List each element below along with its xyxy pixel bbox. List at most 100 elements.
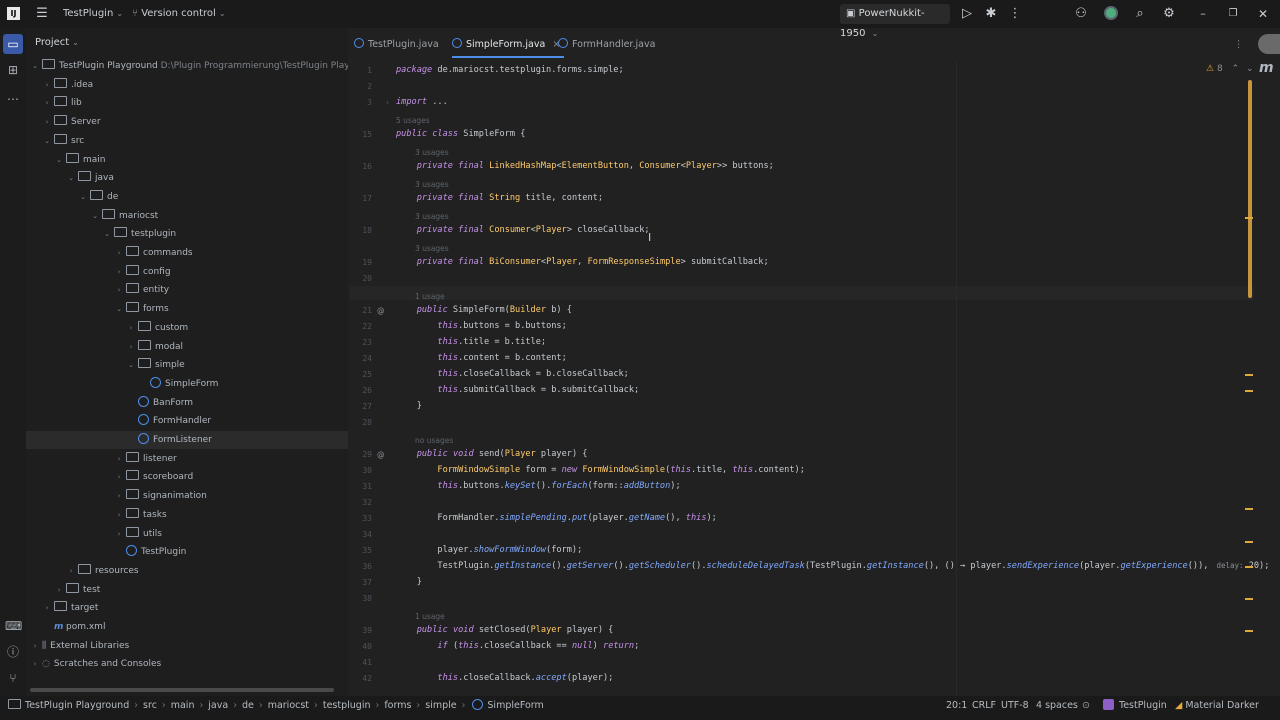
breadcrumb-item[interactable]: forms — [384, 700, 411, 711]
tree-item[interactable]: › target — [26, 599, 348, 617]
code-line[interactable]: this.title = b.title; — [396, 337, 546, 347]
project-panel-header[interactable]: Project ⌄ — [35, 37, 79, 48]
editor-notifications-toggle[interactable] — [1258, 34, 1280, 54]
tree-item[interactable]: ⌄ TestPlugin Playground D:\Plugin Program… — [26, 57, 348, 75]
usage-hint[interactable]: 3 usages — [415, 148, 449, 157]
code-line[interactable]: private final LinkedHashMap<ElementButto… — [396, 161, 774, 171]
error-stripe-marker[interactable] — [1245, 374, 1253, 376]
tree-item[interactable]: ⌄ forms — [26, 300, 348, 318]
breadcrumb-item[interactable]: TestPlugin Playground — [25, 700, 129, 711]
code-line[interactable]: package de.mariocst.testplugin.forms.sim… — [396, 65, 624, 75]
code-line[interactable]: private final Consumer<Player> closeCall… — [396, 225, 650, 235]
tree-item[interactable]: FormListener — [26, 431, 348, 449]
chevron-right-icon[interactable]: › — [42, 76, 52, 94]
chevron-down-icon[interactable]: ⌄ — [30, 57, 40, 75]
code-line[interactable]: private final String title, content; — [396, 193, 603, 203]
vcs-menu[interactable]: ⑂ Version control ⌄ — [132, 0, 226, 28]
error-stripe-marker[interactable] — [1245, 598, 1253, 600]
tree-item[interactable]: › resources — [26, 562, 348, 580]
breadcrumb-item[interactable]: src — [143, 700, 157, 711]
chevron-right-icon[interactable]: › — [30, 655, 40, 673]
error-stripe-marker[interactable] — [1245, 630, 1253, 632]
main-menu-icon[interactable]: ☰ — [34, 6, 50, 22]
tree-item[interactable]: › commands — [26, 244, 348, 262]
tree-item[interactable]: › tasks — [26, 506, 348, 524]
tree-item[interactable]: ⌄ src — [26, 132, 348, 150]
tree-item[interactable]: › test — [26, 581, 348, 599]
tree-item[interactable]: › scoreboard — [26, 468, 348, 486]
implements-gutter-icon[interactable]: @ — [377, 450, 385, 459]
code-line[interactable]: public void setClosed(Player player) { — [396, 625, 614, 635]
tree-item[interactable]: › ⫼ External Libraries — [26, 637, 348, 655]
chevron-right-icon[interactable]: › — [114, 263, 124, 281]
tree-item[interactable]: ⌄ testplugin — [26, 225, 348, 243]
theme-indicator[interactable]: ◢ Material Darker — [1175, 696, 1259, 720]
run-config-selector[interactable]: ▣ PowerNukkit-1950 ⌄ — [840, 4, 950, 39]
code-line[interactable]: public SimpleForm(Builder b) { — [396, 305, 572, 315]
tree-item[interactable]: › listener — [26, 450, 348, 468]
chevron-right-icon[interactable]: › — [114, 487, 124, 505]
chevron-down-icon[interactable]: ⌄ — [126, 356, 136, 374]
chevron-down-icon[interactable]: ⌄ — [102, 225, 112, 243]
tree-item[interactable]: › signanimation — [26, 487, 348, 505]
code-line[interactable]: } — [396, 577, 422, 587]
code-line[interactable]: this.closeCallback = b.closeCallback; — [396, 369, 628, 379]
chevron-right-icon[interactable]: › — [54, 581, 64, 599]
tree-item[interactable]: FormHandler — [26, 412, 348, 430]
code-line[interactable]: this.buttons.keySet().forEach(form::addB… — [396, 481, 680, 491]
more-tools-icon[interactable]: … — [5, 88, 21, 104]
chevron-up-icon[interactable]: ⌃ — [1232, 64, 1240, 74]
code-line[interactable]: import ... — [396, 97, 448, 107]
chevron-down-icon[interactable]: ⌄ — [66, 169, 76, 187]
usage-hint[interactable]: 1 usage — [415, 292, 445, 301]
usage-hint[interactable]: 3 usages — [415, 212, 449, 221]
chevron-down-icon[interactable]: ⌄ — [114, 300, 124, 318]
error-stripe-marker[interactable] — [1245, 566, 1253, 568]
indent-setting[interactable]: 4 spaces — [1036, 696, 1078, 720]
terminal-tool-icon[interactable]: ⌨ — [5, 618, 22, 634]
settings-gear-icon[interactable]: ⚙ — [1161, 6, 1177, 22]
chevron-right-icon[interactable]: › — [126, 319, 136, 337]
tree-item[interactable]: SimpleForm — [26, 375, 348, 393]
usage-hint[interactable]: 3 usages — [415, 180, 449, 189]
tab-formhandler[interactable]: FormHandler.java — [558, 34, 655, 56]
usage-hint[interactable]: 1 usage — [415, 612, 445, 621]
tree-item[interactable]: BanForm — [26, 394, 348, 412]
chevron-right-icon[interactable]: › — [66, 562, 76, 580]
tab-simpleform[interactable]: SimpleForm.java × — [452, 34, 565, 58]
error-stripe-marker[interactable] — [1245, 508, 1253, 510]
error-stripe-marker[interactable] — [1245, 217, 1253, 219]
code-line[interactable]: TestPlugin.getInstance().getServer().get… — [396, 561, 1269, 571]
minimize-icon[interactable]: – — [1195, 6, 1211, 22]
code-line[interactable]: this.closeCallback.accept(player); — [396, 673, 613, 683]
code-line[interactable]: this.buttons = b.buttons; — [396, 321, 566, 331]
close-window-icon[interactable]: ✕ — [1255, 6, 1271, 22]
plugin-indicator[interactable]: TestPlugin — [1103, 696, 1167, 720]
chevron-right-icon[interactable]: › — [42, 94, 52, 112]
tree-item[interactable]: › utils — [26, 525, 348, 543]
chevron-right-icon[interactable]: › — [114, 244, 124, 262]
tree-item[interactable]: › lib — [26, 94, 348, 112]
structure-tool-icon[interactable]: ⊞ — [5, 62, 21, 78]
tree-item[interactable]: › .idea — [26, 76, 348, 94]
editor-scrollbar[interactable] — [1248, 80, 1252, 298]
code-line[interactable]: if (this.closeCallback == null) return; — [396, 641, 639, 651]
code-line[interactable]: public class SimpleForm { — [396, 129, 525, 139]
chevron-right-icon[interactable]: › — [30, 637, 40, 655]
warnings-indicator[interactable]: ⚠ 8 ⌃ ⌄ — [1206, 64, 1254, 74]
tree-item[interactable]: ⌄ java — [26, 169, 348, 187]
line-separator[interactable]: CRLF — [972, 696, 996, 720]
chevron-down-icon[interactable]: ⌄ — [78, 188, 88, 206]
breadcrumb-item[interactable]: main — [171, 700, 195, 711]
tree-item[interactable]: › custom — [26, 319, 348, 337]
tree-item[interactable]: › entity — [26, 281, 348, 299]
implements-gutter-icon[interactable]: @ — [377, 306, 385, 315]
ai-assistant-icon[interactable] — [1103, 6, 1119, 22]
more-actions-icon[interactable]: ⋮ — [1007, 6, 1023, 22]
chevron-right-icon[interactable]: › — [114, 281, 124, 299]
file-encoding[interactable]: UTF-8 — [1001, 696, 1029, 720]
breadcrumb-item[interactable]: java — [208, 700, 228, 711]
debug-icon[interactable]: ✱ — [983, 6, 999, 22]
tree-item[interactable]: TestPlugin — [26, 543, 348, 561]
chevron-right-icon[interactable]: › — [42, 113, 52, 131]
